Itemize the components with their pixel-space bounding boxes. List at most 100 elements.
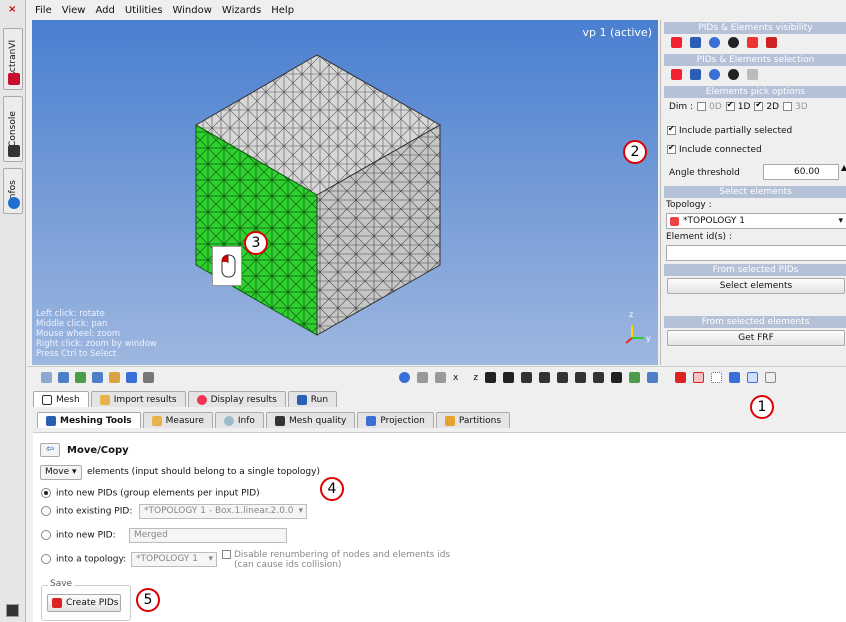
view-cube-icon-6[interactable] (575, 372, 587, 383)
radio-topology-label: into a topology: (56, 554, 127, 565)
tab-info[interactable]: Info (214, 412, 264, 428)
ruler-icon (151, 415, 162, 426)
disable-renumbering-checkbox[interactable]: Disable renumbering of nodes and element… (222, 550, 450, 570)
palette-icon (196, 394, 207, 405)
view-cube-icon-1[interactable] (485, 372, 497, 383)
chevron-down-icon: ▾ (72, 467, 77, 477)
tab-actranvi[interactable]: ActranVI (3, 28, 23, 90)
tool-icon-1[interactable] (41, 372, 52, 383)
tab-display-results[interactable]: Display results (187, 391, 286, 407)
sort-icon[interactable] (747, 69, 758, 80)
menu-file[interactable]: File (35, 5, 52, 16)
tool-icon-4[interactable] (92, 372, 103, 383)
existing-pid-select[interactable]: *TOPOLOGY 1 - Box.1.linear.2.0.0 ▾ (139, 504, 307, 519)
zoom-icon[interactable] (399, 372, 410, 383)
radio-topology[interactable]: into a topology: (41, 554, 126, 565)
close-icon[interactable]: × (8, 4, 16, 15)
tab-import-results[interactable]: Import results (90, 391, 186, 407)
tool-icon-2[interactable] (58, 372, 69, 383)
layout-icon-2[interactable] (765, 372, 777, 383)
tab-console[interactable]: Console (3, 96, 23, 162)
angle-threshold-input[interactable]: 60.00 (763, 164, 839, 180)
create-pids-button[interactable]: Create PIDs (47, 594, 121, 612)
menu-window[interactable]: Window (172, 5, 211, 16)
topology-select[interactable]: *TOPOLOGY 1 ▾ (666, 213, 846, 229)
menu-utilities[interactable]: Utilities (125, 5, 163, 16)
save-group-legend: Save (48, 579, 75, 589)
view-cube-icon-7[interactable] (593, 372, 605, 383)
angle-spinner-icon[interactable]: ▲▼ (841, 164, 846, 180)
menu-add[interactable]: Add (95, 5, 114, 16)
get-frf-button[interactable]: Get FRF (667, 330, 845, 346)
menu-view[interactable]: View (62, 5, 86, 16)
tool-icon-7[interactable] (143, 372, 154, 383)
3d-viewport[interactable]: vp 1 (active) z y Left click: rotate Mid… (32, 20, 658, 365)
tab-mesh[interactable]: Mesh (33, 391, 89, 407)
tab-meshing-tools[interactable]: Meshing Tools (37, 412, 141, 428)
back-arrow-icon[interactable]: ⇦ (40, 443, 60, 457)
menu-wizards[interactable]: Wizards (222, 5, 261, 16)
dim-3d-checkbox[interactable]: 3D (783, 102, 808, 112)
rotate-tool-icon[interactable] (435, 372, 446, 383)
move-mode-select[interactable]: Move ▾ (40, 465, 82, 480)
blue-cube-icon[interactable] (729, 372, 741, 383)
view-cube-icon-5[interactable] (557, 372, 569, 383)
invert-icon[interactable] (728, 37, 739, 48)
main-tabs: Mesh Import results Display results Run (33, 391, 338, 407)
tab-run[interactable]: Run (287, 391, 338, 407)
radio-new-pids[interactable]: into new PIDs (group elements per input … (41, 488, 260, 499)
hint-rotate: Left click: rotate (36, 309, 105, 319)
tab-measure-label: Measure (165, 415, 204, 426)
view-cube-icon-4[interactable] (539, 372, 551, 383)
image-icon-2[interactable] (647, 372, 659, 383)
refresh-icon[interactable] (709, 69, 720, 80)
red-square-icon[interactable] (693, 372, 705, 383)
image-icon-1[interactable] (629, 372, 641, 383)
red-cube-icon[interactable] (675, 372, 687, 383)
pick-icon[interactable] (671, 69, 682, 80)
magnifier-icon (223, 415, 234, 426)
callout-1: 1 (750, 395, 774, 419)
tab-console-label: Console (8, 111, 18, 147)
chevron-down-icon: ▾ (838, 216, 843, 226)
axis-tool-icon[interactable] (417, 372, 428, 383)
tab-partitions[interactable]: Partitions (435, 412, 511, 428)
view-cube-icon-3[interactable] (521, 372, 533, 383)
hide-all-icon[interactable] (766, 37, 777, 48)
view-cube-icon-8[interactable] (611, 372, 623, 383)
tab-mesh-quality[interactable]: Mesh quality (265, 412, 356, 428)
include-connected-checkbox[interactable]: Include connected (667, 143, 762, 155)
terminal-icon[interactable] (6, 604, 19, 617)
tab-measure[interactable]: Measure (142, 412, 213, 428)
tool-icon-6[interactable] (126, 372, 137, 383)
show-all-icon[interactable] (747, 37, 758, 48)
dim-1d-checkbox[interactable]: 1D (725, 100, 750, 112)
topology-target-select[interactable]: *TOPOLOGY 1 ▾ (131, 552, 217, 567)
include-partial-checkbox[interactable]: Include partially selected (667, 124, 792, 136)
view-cube-icon-2[interactable] (503, 372, 515, 383)
save-icon[interactable] (690, 69, 701, 80)
axis-x-line (625, 337, 633, 344)
nodes-icon[interactable] (711, 372, 723, 383)
radio-new-pid[interactable]: into new PID: (41, 530, 116, 541)
element-ids-input[interactable] (666, 245, 846, 261)
select-elements-button[interactable]: Select elements (667, 278, 845, 294)
refresh-icon[interactable] (709, 37, 720, 48)
pick-icon[interactable] (671, 37, 682, 48)
dim-0d-checkbox[interactable]: 0D (697, 102, 722, 112)
invert-icon[interactable] (728, 69, 739, 80)
tab-infos[interactable]: Infos (3, 168, 23, 214)
radio-existing-pid[interactable]: into existing PID: (41, 506, 132, 517)
radio-new-pid-label: into new PID: (56, 530, 116, 541)
save-icon[interactable] (690, 37, 701, 48)
dim-2d-checkbox[interactable]: 2D (754, 100, 779, 112)
tab-projection[interactable]: Projection (357, 412, 434, 428)
new-pid-input[interactable]: Merged (129, 528, 287, 543)
tool-icon-3[interactable] (75, 372, 86, 383)
layout-icon-1[interactable] (747, 372, 759, 383)
selection-header: PIDs & Elements selection (664, 54, 846, 66)
left-tool-group (41, 372, 154, 383)
hint-zoom-window: Right click: zoom by window (36, 339, 157, 349)
tool-icon-5[interactable] (109, 372, 120, 383)
menu-help[interactable]: Help (271, 5, 294, 16)
